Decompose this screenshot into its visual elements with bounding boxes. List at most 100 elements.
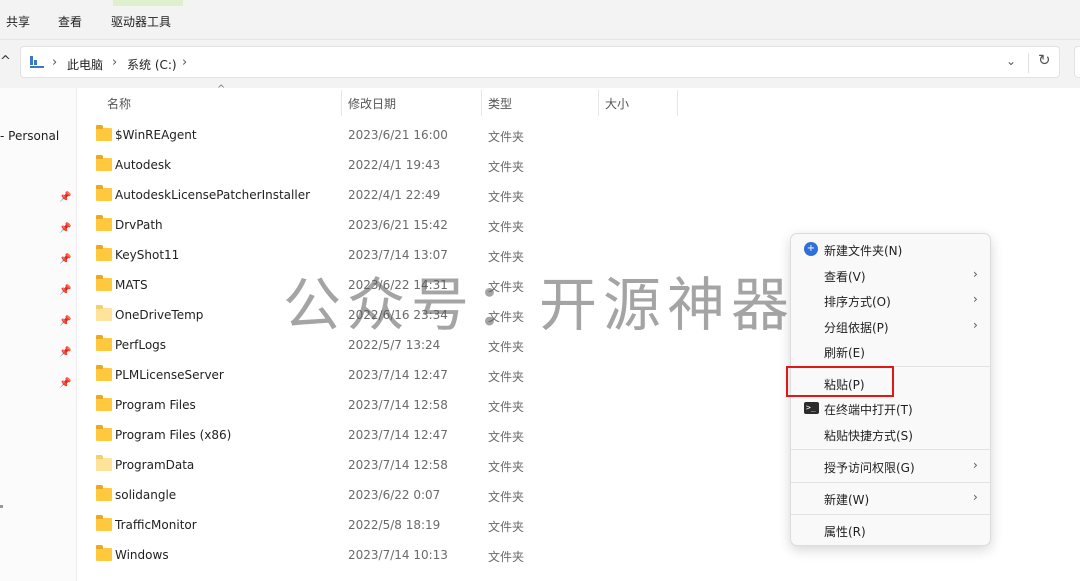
menu-item-label: 排序方式(O) — [824, 295, 891, 309]
context-menu: + 新建文件夹(N) 查看(V) › 排序方式(O) › 分组依据(P) › 刷… — [790, 233, 991, 546]
tab-view[interactable]: 查看 — [58, 13, 82, 30]
menu-item-group-by[interactable]: 分组依据(P) › — [795, 313, 988, 339]
folder-icon — [96, 245, 112, 261]
file-type: 文件夹 — [488, 460, 525, 474]
column-header-type[interactable]: 类型 — [488, 95, 512, 112]
address-bar[interactable]: › 此电脑 › 系统 (C:) › ⌄ ↻ — [20, 46, 1060, 78]
chevron-right-icon: › — [973, 292, 978, 306]
file-name: KeyShot11 — [115, 248, 180, 262]
pin-icon: 📌 — [59, 347, 72, 358]
menu-item-label: 属性(R) — [824, 525, 866, 539]
pin-icon: 📌 — [59, 316, 72, 327]
file-name: Program Files (x86) — [115, 428, 232, 442]
table-row[interactable]: $WinREAgent 2023/6/21 16:00 文件夹 — [77, 120, 790, 150]
table-row[interactable]: OneDriveTemp 2022/6/16 23:34 文件夹 — [77, 300, 790, 330]
file-type: 文件夹 — [488, 220, 525, 234]
breadcrumb-separator[interactable]: › — [182, 55, 187, 70]
menu-item-label: 粘贴(P) — [824, 378, 865, 392]
table-row[interactable]: DrvPath 2023/6/21 15:42 文件夹 — [77, 210, 790, 240]
menu-item-new-folder[interactable]: + 新建文件夹(N) — [795, 236, 988, 262]
ribbon: 共享 查看 驱动器工具 — [0, 0, 1080, 40]
file-date: 2022/6/16 23:34 — [348, 308, 448, 322]
file-explorer-window: 共享 查看 驱动器工具 ^ › 此电脑 › 系统 (C:) › ⌄ ↻ - Pe… — [0, 0, 1080, 581]
table-row[interactable]: Autodesk 2022/4/1 19:43 文件夹 — [77, 150, 790, 180]
table-row[interactable]: TrafficMonitor 2022/5/8 18:19 文件夹 — [77, 510, 790, 540]
nav-marker — [0, 505, 3, 508]
folder-icon — [96, 155, 112, 171]
menu-item-view[interactable]: 查看(V) › — [795, 262, 988, 288]
folder-icon — [96, 215, 112, 231]
file-date: 2023/7/14 12:58 — [348, 458, 448, 472]
menu-item-open-in-terminal[interactable]: >_ 在终端中打开(T) — [795, 395, 988, 421]
folder-icon — [96, 125, 112, 141]
menu-item-label: 新建(W) — [824, 493, 870, 507]
menu-item-refresh[interactable]: 刷新(E) — [795, 338, 988, 364]
tab-drive-tools[interactable]: 驱动器工具 — [111, 13, 171, 30]
breadcrumb-separator[interactable]: › — [52, 55, 57, 70]
table-row[interactable]: MATS 2023/6/22 14:31 文件夹 — [77, 270, 790, 300]
column-header-date[interactable]: 修改日期 — [348, 95, 396, 112]
menu-item-properties[interactable]: 属性(R) — [795, 517, 988, 543]
column-divider[interactable] — [341, 90, 342, 116]
table-row[interactable]: PerfLogs 2022/5/7 13:24 文件夹 — [77, 330, 790, 360]
table-row[interactable]: AutodeskLicensePatcherInstaller 2022/4/1… — [77, 180, 790, 210]
file-name: AutodeskLicensePatcherInstaller — [115, 188, 311, 202]
file-name: PerfLogs — [115, 338, 167, 352]
file-type: 文件夹 — [488, 280, 525, 294]
drive-tools-context-strip — [113, 0, 183, 6]
file-date: 2023/7/14 12:47 — [348, 428, 448, 442]
table-row[interactable]: Windows 2023/7/14 10:13 文件夹 — [77, 540, 790, 570]
chevron-down-icon[interactable]: ⌄ — [1006, 54, 1016, 68]
file-date: 2023/6/21 15:42 — [348, 218, 448, 232]
menu-item-label: 新建文件夹(N) — [824, 244, 903, 258]
this-pc-icon — [30, 56, 44, 68]
file-date: 2023/6/22 14:31 — [348, 278, 448, 292]
search-box[interactable] — [1074, 46, 1080, 78]
file-type: 文件夹 — [488, 490, 525, 504]
column-header-name[interactable]: 名称 — [107, 95, 131, 112]
column-divider[interactable] — [481, 90, 482, 116]
file-type: 文件夹 — [488, 430, 525, 444]
column-header-size[interactable]: 大小 — [605, 95, 629, 112]
file-date: 2023/7/14 13:07 — [348, 248, 448, 262]
file-name: TrafficMonitor — [115, 518, 197, 532]
pin-icon: 📌 — [59, 192, 72, 203]
up-arrow-icon[interactable]: ^ — [0, 54, 11, 69]
file-date: 2022/4/1 19:43 — [348, 158, 441, 172]
file-name: Windows — [115, 548, 169, 562]
file-list: $WinREAgent 2023/6/21 16:00 文件夹 Autodesk… — [77, 120, 790, 581]
folder-icon — [96, 365, 112, 381]
table-row[interactable]: solidangle 2023/6/22 0:07 文件夹 — [77, 480, 790, 510]
menu-item-paste-shortcut[interactable]: 粘贴快捷方式(S) — [795, 421, 988, 447]
column-divider[interactable] — [677, 90, 678, 116]
table-row[interactable]: KeyShot11 2023/7/14 13:07 文件夹 — [77, 240, 790, 270]
file-name: Autodesk — [115, 158, 172, 172]
menu-separator — [791, 482, 990, 483]
file-date: 2022/5/7 13:24 — [348, 338, 441, 352]
chevron-right-icon: › — [973, 458, 978, 472]
breadcrumb-system-c[interactable]: 系统 (C:) — [127, 56, 177, 73]
new-folder-icon: + — [804, 242, 818, 256]
pin-icon: 📌 — [59, 285, 72, 296]
menu-item-new[interactable]: 新建(W) › — [795, 485, 988, 511]
file-type: 文件夹 — [488, 310, 525, 324]
pin-icon: 📌 — [59, 378, 72, 389]
refresh-icon[interactable]: ↻ — [1038, 51, 1051, 69]
menu-item-paste[interactable]: 粘贴(P) — [795, 370, 988, 396]
column-divider[interactable] — [598, 90, 599, 116]
table-row[interactable]: PLMLicenseServer 2023/7/14 12:47 文件夹 — [77, 360, 790, 390]
tab-share[interactable]: 共享 — [6, 13, 30, 30]
table-row[interactable]: ProgramData 2023/7/14 12:58 文件夹 — [77, 450, 790, 480]
breadcrumb-separator[interactable]: › — [112, 55, 117, 70]
menu-separator — [791, 366, 990, 367]
menu-item-label: 查看(V) — [824, 270, 866, 284]
nav-item-onedrive-personal[interactable]: - Personal — [0, 129, 59, 143]
table-row[interactable]: Program Files 2023/7/14 12:58 文件夹 — [77, 390, 790, 420]
menu-item-give-access[interactable]: 授予访问权限(G) › — [795, 453, 988, 479]
breadcrumb-this-pc[interactable]: 此电脑 — [67, 56, 103, 73]
menu-item-sort-by[interactable]: 排序方式(O) › — [795, 287, 988, 313]
pin-icon: 📌 — [59, 254, 72, 265]
file-type: 文件夹 — [488, 250, 525, 264]
table-row[interactable]: Program Files (x86) 2023/7/14 12:47 文件夹 — [77, 420, 790, 450]
file-name: PLMLicenseServer — [115, 368, 224, 382]
